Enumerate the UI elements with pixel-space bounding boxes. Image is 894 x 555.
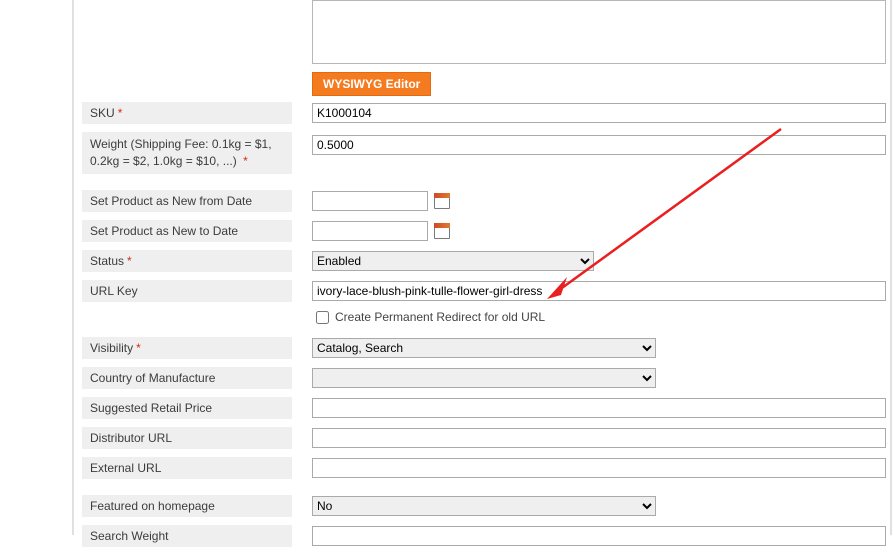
external-url-input[interactable] [312, 458, 886, 478]
visibility-label: Visibility * [82, 337, 292, 359]
url-key-label-text: URL Key [90, 284, 138, 298]
sku-input[interactable] [312, 103, 886, 123]
new-to-label: Set Product as New to Date [82, 220, 292, 242]
wysiwyg-editor-button[interactable]: WYSIWYG Editor [312, 72, 431, 96]
create-redirect-label: Create Permanent Redirect for old URL [335, 310, 545, 324]
search-weight-input[interactable] [312, 526, 886, 546]
external-url-label: External URL [82, 457, 292, 479]
weight-label: Weight (Shipping Fee: 0.1kg = $1, 0.2kg … [82, 132, 292, 174]
right-border [890, 0, 892, 535]
external-url-label-text: External URL [90, 461, 161, 475]
required-star: * [136, 341, 141, 355]
visibility-select[interactable]: Catalog, Search [312, 338, 656, 358]
new-from-label: Set Product as New from Date [82, 190, 292, 212]
country-label: Country of Manufacture [82, 367, 292, 389]
new-from-label-text: Set Product as New from Date [90, 194, 252, 208]
sku-label-text: SKU [90, 106, 115, 120]
distributor-url-label-text: Distributor URL [90, 431, 172, 445]
new-to-label-text: Set Product as New to Date [90, 224, 238, 238]
suggested-price-input[interactable] [312, 398, 886, 418]
description-textarea[interactable] [312, 0, 886, 64]
required-star: * [243, 154, 248, 168]
status-label-text: Status [90, 254, 124, 268]
url-key-label: URL Key [82, 280, 292, 302]
search-weight-label: Search Weight [82, 525, 292, 547]
search-weight-label-text: Search Weight [90, 529, 169, 543]
url-key-input[interactable] [312, 281, 886, 301]
required-star: * [127, 254, 132, 268]
distributor-url-input[interactable] [312, 428, 886, 448]
featured-label-text: Featured on homepage [90, 499, 215, 513]
create-redirect-checkbox[interactable] [316, 311, 329, 324]
calendar-icon[interactable] [434, 223, 450, 239]
suggested-price-label: Suggested Retail Price [82, 397, 292, 419]
country-label-text: Country of Manufacture [90, 371, 215, 385]
status-select[interactable]: Enabled [312, 251, 594, 271]
left-border [72, 0, 74, 535]
suggested-price-label-text: Suggested Retail Price [90, 401, 212, 415]
status-label: Status * [82, 250, 292, 272]
new-to-input[interactable] [312, 221, 428, 241]
new-from-input[interactable] [312, 191, 428, 211]
weight-input[interactable] [312, 135, 886, 155]
country-select[interactable] [312, 368, 656, 388]
calendar-icon[interactable] [434, 193, 450, 209]
featured-label: Featured on homepage [82, 495, 292, 517]
featured-select[interactable]: No [312, 496, 656, 516]
required-star: * [118, 106, 123, 120]
sku-label: SKU * [82, 102, 292, 124]
visibility-label-text: Visibility [90, 341, 133, 355]
distributor-url-label: Distributor URL [82, 427, 292, 449]
